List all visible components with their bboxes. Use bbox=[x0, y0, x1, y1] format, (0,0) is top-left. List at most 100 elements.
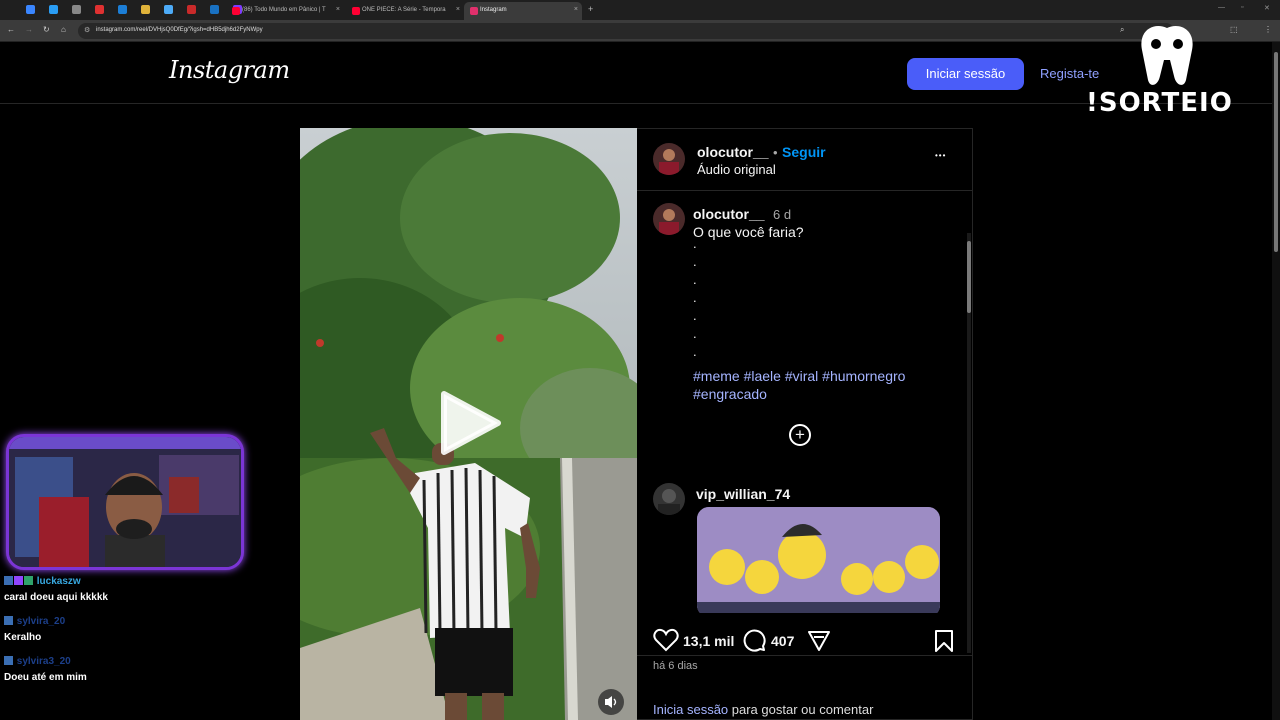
reload-icon[interactable]: ↻ bbox=[43, 25, 50, 34]
pinned-tab-icon[interactable] bbox=[164, 5, 173, 14]
login-button[interactable]: Iniciar sessão bbox=[907, 58, 1024, 90]
close-icon[interactable]: × bbox=[574, 6, 578, 13]
reel-video[interactable] bbox=[300, 128, 637, 720]
zoom-icon[interactable]: ⌕ bbox=[1120, 25, 1124, 35]
comment-icon[interactable] bbox=[742, 628, 766, 652]
extensions-icon[interactable]: ⬚ bbox=[1230, 25, 1238, 34]
caption-avatar[interactable] bbox=[653, 203, 685, 235]
load-more-comments-icon[interactable]: + bbox=[789, 424, 811, 446]
close-icon[interactable]: × bbox=[336, 6, 340, 13]
author-line: olocutor__ • Seguir bbox=[697, 144, 826, 162]
comments-area[interactable]: olocutor__ 6 d O que você faria? . . . .… bbox=[653, 203, 953, 613]
post-date: há 6 dias bbox=[653, 660, 698, 672]
home-icon[interactable]: ⌂ bbox=[61, 25, 66, 34]
pinned-tab-icon[interactable] bbox=[95, 5, 104, 14]
tab-todo-mundo[interactable]: (86) Todo Mundo em Pânico | T × bbox=[226, 2, 344, 20]
comments-count[interactable]: 407 bbox=[771, 633, 794, 649]
menu-icon[interactable]: ⋮ bbox=[1264, 25, 1272, 34]
follow-button[interactable]: Seguir bbox=[782, 144, 826, 160]
caption-dots: . . . . . . . bbox=[693, 235, 697, 361]
address-bar[interactable]: ⚙ instagram.com/reel/DVHjsQ0DfEg/?igsh=d… bbox=[78, 23, 1174, 39]
more-options-icon[interactable]: ••• bbox=[935, 151, 946, 160]
browser-toolbar: ← → ↻ ⌂ ⚙ instagram.com/reel/DVHjsQ0DfEg… bbox=[0, 20, 1280, 42]
mute-button[interactable] bbox=[598, 689, 624, 715]
close-icon[interactable]: × bbox=[456, 6, 460, 13]
login-prompt-text: para gostar ou comentar bbox=[728, 702, 874, 717]
url-text: instagram.com/reel/DVHjsQ0DfEg/?igsh=dHB… bbox=[96, 27, 263, 33]
hashtags[interactable]: #meme #laele #viral #humornegro bbox=[693, 368, 905, 384]
chat-username: luckaszw bbox=[36, 576, 81, 587]
pinned-tab-icon[interactable] bbox=[141, 5, 150, 14]
bookmark-icon[interactable] bbox=[934, 629, 954, 653]
caption-dot: . bbox=[693, 290, 697, 305]
close-window-icon[interactable]: ✕ bbox=[1264, 4, 1270, 12]
caption-dot: . bbox=[693, 254, 697, 269]
chat-text: caral doeu aqui kkkkk bbox=[4, 592, 108, 603]
share-icon[interactable] bbox=[807, 629, 831, 653]
new-tab-button[interactable]: + bbox=[588, 4, 593, 14]
divider bbox=[637, 190, 973, 191]
heart-icon[interactable] bbox=[653, 628, 679, 652]
instagram-logo[interactable]: Instagram bbox=[169, 56, 290, 84]
login-prompt-link[interactable]: Inicia sessão bbox=[653, 702, 728, 717]
caption-username[interactable]: olocutor__ bbox=[693, 206, 765, 222]
site-info-icon[interactable]: ⚙ bbox=[84, 26, 90, 34]
tab-label: ONE PIECE: A Série - Tempora bbox=[362, 7, 446, 13]
back-icon[interactable]: ← bbox=[7, 25, 15, 34]
caption-dot: . bbox=[693, 326, 697, 341]
tab-label: Instagram bbox=[480, 7, 507, 13]
comment-gif[interactable] bbox=[697, 507, 940, 613]
sorteio-overlay: !SORTEIO bbox=[1086, 88, 1233, 118]
instagram-icon bbox=[470, 7, 478, 15]
tab-label: (86) Todo Mundo em Pânico | T bbox=[242, 7, 326, 13]
caption-age: 6 d bbox=[773, 207, 792, 222]
maximize-icon[interactable]: ▫ bbox=[1241, 4, 1243, 11]
sub-badge-icon bbox=[4, 576, 13, 585]
bits-badge-icon bbox=[14, 576, 23, 585]
tab-one-piece[interactable]: ONE PIECE: A Série - Tempora × bbox=[346, 2, 464, 20]
minimize-icon[interactable]: — bbox=[1218, 4, 1225, 11]
pinned-tab-icon[interactable] bbox=[118, 5, 127, 14]
pinned-tab-icon[interactable] bbox=[187, 5, 196, 14]
chat-username: sylvira3_20 bbox=[16, 656, 71, 667]
caption-text: O que você faria? bbox=[693, 224, 804, 240]
tab-instagram[interactable]: Instagram × bbox=[464, 2, 582, 20]
sub-badge-icon bbox=[4, 656, 13, 665]
forward-icon[interactable]: → bbox=[25, 25, 33, 34]
likes-count[interactable]: 13,1 mil bbox=[683, 633, 734, 649]
author-avatar[interactable] bbox=[653, 143, 685, 175]
chat-username: sylvira_20 bbox=[16, 616, 66, 627]
pinned-tab-icon[interactable] bbox=[26, 5, 35, 14]
play-icon[interactable] bbox=[440, 390, 502, 456]
pinned-tab-icon[interactable] bbox=[49, 5, 58, 14]
browser-tab-bar: (86) Todo Mundo em Pânico | T × ONE PIEC… bbox=[0, 0, 1280, 20]
page-scrollbar-thumb[interactable] bbox=[1274, 52, 1278, 252]
chat-message: sylvira3_20 bbox=[4, 656, 71, 667]
comments-scrollbar-thumb[interactable] bbox=[967, 241, 971, 313]
instagram-page: Instagram Iniciar sessão Regista-te oloc… bbox=[0, 42, 1280, 720]
commenter-username[interactable]: vip_willian_74 bbox=[696, 486, 790, 502]
simpsons-gif-frame bbox=[697, 507, 940, 613]
chat-text: Keralho bbox=[4, 632, 42, 643]
caption-header: olocutor__ 6 d bbox=[693, 206, 791, 224]
post-side-panel: olocutor__ • Seguir Áudio original ••• o… bbox=[637, 128, 973, 720]
gamepad-icon bbox=[1141, 26, 1193, 85]
audio-label[interactable]: Áudio original bbox=[697, 162, 776, 177]
gift-badge-icon bbox=[24, 576, 33, 585]
streamer-webcam bbox=[6, 434, 244, 570]
caption-dot: . bbox=[693, 344, 697, 359]
divider bbox=[637, 655, 973, 656]
register-link[interactable]: Regista-te bbox=[1040, 66, 1099, 81]
pinned-tab-icon[interactable] bbox=[210, 5, 219, 14]
login-prompt: Inicia sessão para gostar ou comentar bbox=[653, 702, 873, 717]
sub-badge-icon bbox=[4, 616, 13, 625]
hashtags[interactable]: #engracado bbox=[693, 386, 767, 402]
pinned-tab-icon[interactable] bbox=[72, 5, 81, 14]
commenter-avatar[interactable] bbox=[653, 483, 685, 515]
chat-text: Doeu até em mim bbox=[4, 672, 87, 683]
caption-dot: . bbox=[693, 236, 697, 251]
follow-separator: • bbox=[773, 145, 778, 160]
author-username[interactable]: olocutor__ bbox=[697, 144, 769, 160]
webcam-frame bbox=[9, 437, 241, 567]
chat-message: luckaszw bbox=[4, 576, 81, 587]
